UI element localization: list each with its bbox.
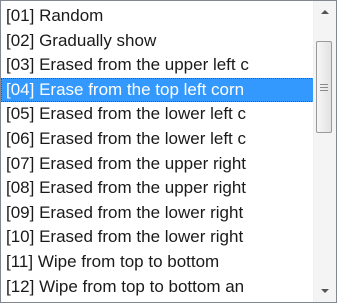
list-item[interactable]: [08] Erased from the upper right [1,176,314,201]
list-item[interactable]: [10] Erased from the lower right [1,225,314,250]
scroll-down-button[interactable] [314,280,336,302]
list-item[interactable]: [06] Erased from the lower left c [1,127,314,152]
effect-list: [01] Random [02] Gradually show [03] Era… [1,4,314,302]
arrow-down-icon [321,289,329,293]
scroll-up-button[interactable] [314,1,336,23]
vertical-scrollbar[interactable] [313,1,336,302]
list-item[interactable]: [07] Erased from the upper right [1,152,314,177]
grip-icon [320,83,328,91]
list-item[interactable]: [01] Random [1,4,314,29]
arrow-up-icon [321,10,329,14]
list-item[interactable]: [03] Erased from the upper left c [1,53,314,78]
list-item[interactable]: [11] Wipe from top to bottom [1,250,314,275]
list-item-selected[interactable]: [04] Erase from the top left corn [1,77,314,103]
list-item[interactable]: [05] Erased from the lower left c [1,102,314,127]
list-item[interactable]: [02] Gradually show [1,29,314,54]
scrollbar-thumb[interactable] [316,41,332,133]
effect-listbox[interactable]: [01] Random [02] Gradually show [03] Era… [0,0,337,303]
list-item[interactable]: [09] Erased from the lower right [1,201,314,226]
list-item[interactable]: [12] Wipe from top to bottom an [1,275,314,300]
